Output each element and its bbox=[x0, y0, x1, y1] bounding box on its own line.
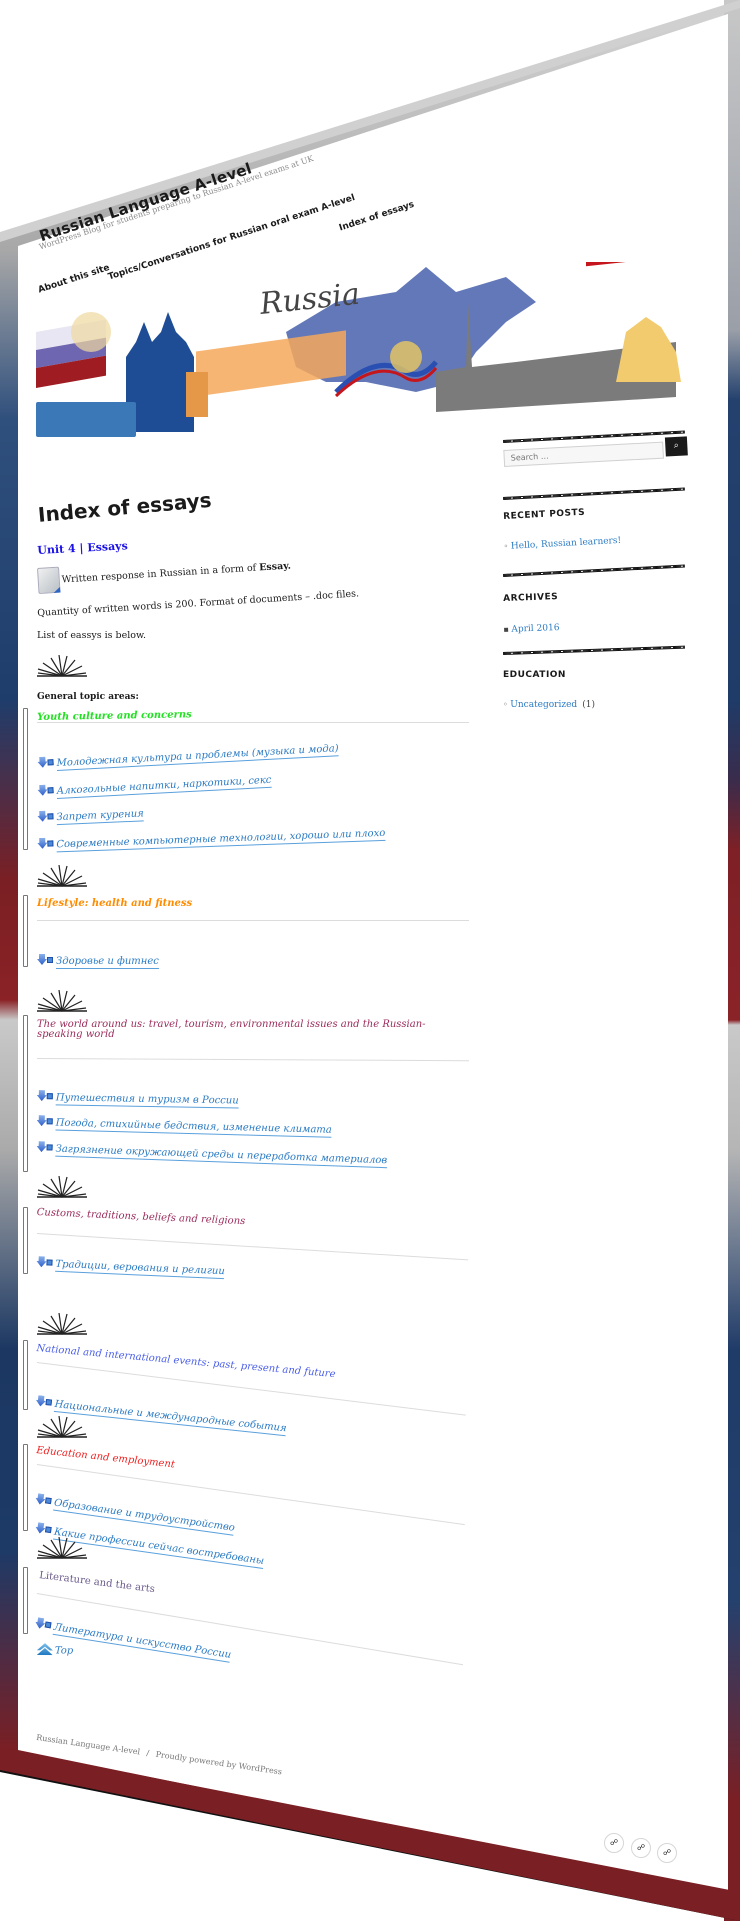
eagle-emblem bbox=[71, 312, 111, 352]
share-button-3[interactable]: ☍ bbox=[657, 1843, 677, 1863]
share-button-2[interactable]: ☍ bbox=[631, 1838, 651, 1858]
essay-download-link[interactable]: Здоровье и фитнес bbox=[56, 956, 159, 969]
share-button-1[interactable]: ☍ bbox=[604, 1833, 624, 1853]
download-doc-icon[interactable] bbox=[37, 837, 54, 849]
download-doc-icon[interactable] bbox=[37, 1090, 54, 1101]
orange-railing bbox=[196, 330, 346, 397]
download-doc-icon[interactable] bbox=[37, 756, 55, 768]
download-doc-icon[interactable] bbox=[36, 1256, 53, 1268]
topic-heading: The world around us: travel, tourism, en… bbox=[37, 1019, 426, 1040]
archive-link-april-2016[interactable]: April 2016 bbox=[511, 623, 559, 635]
download-doc-icon[interactable] bbox=[37, 810, 54, 822]
blockquote-bar bbox=[23, 1567, 28, 1634]
download-doc-icon[interactable] bbox=[35, 1395, 53, 1408]
blockquote-bar bbox=[23, 1207, 28, 1274]
section-divider bbox=[37, 920, 469, 921]
education-title: EDUCATION bbox=[503, 670, 566, 680]
share-icon: ☍ bbox=[636, 1843, 646, 1852]
blockquote-bar bbox=[23, 1444, 28, 1531]
archives-list: ▪ April 2016 bbox=[503, 615, 560, 636]
section-divider bbox=[37, 722, 469, 723]
footer-separator: / bbox=[145, 1748, 150, 1758]
download-doc-icon[interactable] bbox=[35, 1522, 53, 1535]
sunburst-divider-icon bbox=[37, 654, 87, 677]
list-intro: List of eassys is below. bbox=[37, 630, 147, 641]
sunburst-divider-icon bbox=[37, 864, 87, 887]
share-icon: ☍ bbox=[662, 1848, 672, 1857]
essay-list-item: Здоровье и фитнес bbox=[37, 949, 159, 969]
essay-list-item: Путешествия и туризм в России bbox=[37, 1085, 239, 1109]
top-link[interactable]: Top bbox=[37, 1643, 74, 1658]
download-doc-icon[interactable] bbox=[36, 1141, 53, 1153]
sunburst-divider-icon bbox=[37, 989, 87, 1012]
search-button[interactable]: ⌕ bbox=[664, 436, 688, 457]
arrow-up-icon bbox=[37, 1643, 53, 1655]
general-topics-label: General topic areas: bbox=[37, 692, 139, 702]
download-doc-icon[interactable] bbox=[37, 1115, 54, 1126]
search-icon: ⌕ bbox=[673, 440, 680, 452]
sunburst-divider-icon bbox=[37, 1415, 87, 1438]
blockquote-bar bbox=[23, 1015, 28, 1172]
right-flag-red bbox=[586, 234, 681, 267]
download-doc-icon[interactable] bbox=[37, 954, 54, 965]
category-count: (1) bbox=[582, 700, 596, 710]
download-doc-icon[interactable] bbox=[34, 1617, 53, 1631]
intro-bold: Essay. bbox=[258, 560, 292, 574]
topic-heading: Lifestyle: health and fitness bbox=[37, 898, 193, 909]
download-doc-icon[interactable] bbox=[37, 784, 55, 796]
bronze-horseman-statue bbox=[616, 317, 681, 382]
blockquote-bar bbox=[23, 895, 28, 967]
header-banner-image: Russia bbox=[36, 194, 686, 442]
sunburst-divider-icon bbox=[37, 1312, 87, 1335]
category-link-uncategorized[interactable]: Uncategorized bbox=[510, 700, 577, 710]
sunburst-divider-icon bbox=[37, 1536, 87, 1559]
archives-title: ARCHIVES bbox=[503, 592, 559, 604]
top-link-label: Top bbox=[54, 1645, 74, 1657]
laurel-emblem bbox=[390, 341, 422, 373]
essay-list-item: Запрет курения bbox=[37, 801, 145, 826]
cathedral-silhouette bbox=[126, 312, 194, 432]
categories-list: ◦ Uncategorized (1) bbox=[503, 692, 595, 711]
blockquote-bar bbox=[23, 708, 28, 850]
download-doc-icon[interactable] bbox=[35, 1493, 53, 1506]
sunburst-divider-icon bbox=[37, 1175, 87, 1198]
document-icon bbox=[37, 566, 61, 594]
russia-banner-illustration: Russia bbox=[36, 194, 681, 437]
blue-railing bbox=[36, 402, 136, 437]
share-icon: ☍ bbox=[609, 1838, 619, 1847]
kremlin-tower bbox=[186, 372, 208, 417]
blockquote-bar bbox=[23, 1340, 28, 1410]
intro-text: Written response in Russian in a form of bbox=[61, 562, 260, 586]
